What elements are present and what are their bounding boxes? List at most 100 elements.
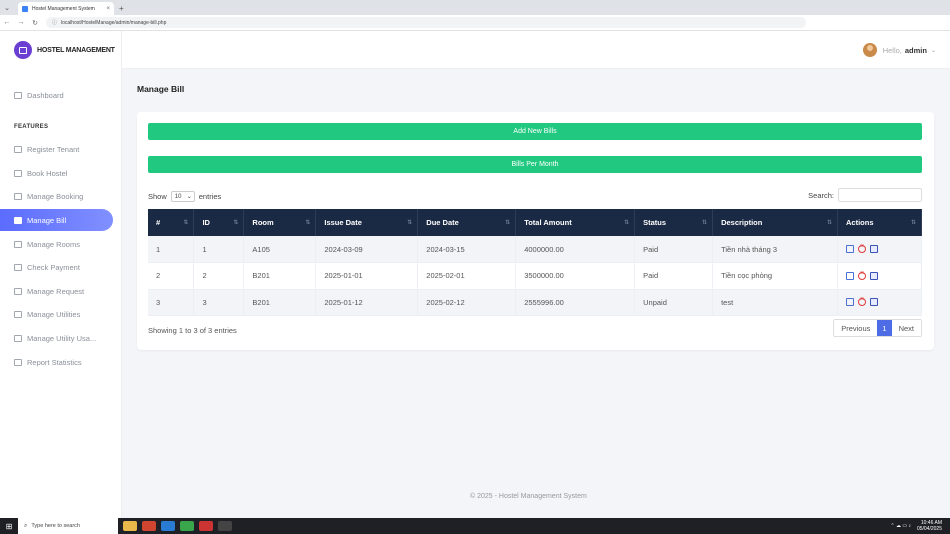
table-row: 3 3 B201 2025-01-12 2025-02-12 2555996.0… [148, 289, 922, 316]
column-header[interactable]: # ⇅ [148, 209, 195, 236]
calendar-icon [14, 192, 22, 200]
sidebar-item-label: Manage Rooms [27, 239, 80, 249]
new-tab-icon[interactable]: + [119, 4, 124, 13]
clock[interactable]: 10:46 AM 05/04/2025 [917, 520, 942, 532]
sort-icon: ⇅ [702, 220, 708, 226]
address-bar: ← → ↻ ⓘ localhost/HostelManage/admin/man… [0, 15, 950, 31]
browser-icon[interactable] [142, 521, 156, 531]
sidebar-item-book-hostel[interactable]: Book Hostel [0, 162, 113, 184]
sort-icon: ⇅ [407, 220, 413, 226]
file-explorer-icon[interactable] [123, 521, 137, 531]
cell-id: 2 [193, 262, 245, 289]
sidebar-item-register-tenant[interactable]: Register Tenant [0, 138, 113, 160]
add-new-bills-button[interactable]: Add New Bills [148, 123, 922, 140]
delete-icon[interactable] [858, 296, 866, 307]
delete-icon[interactable] [858, 270, 866, 280]
vscode-icon[interactable] [161, 521, 175, 531]
sidebar-item-manage-booking[interactable]: Manage Booking [0, 185, 113, 207]
show-label: Show [148, 192, 167, 201]
reload-icon[interactable]: ↻ [28, 19, 42, 27]
sidebar-item-manage-rooms[interactable]: Manage Rooms [0, 233, 113, 255]
column-header[interactable]: ID ⇅ [193, 209, 245, 236]
cell-actions [837, 262, 922, 289]
column-header[interactable]: Due Date ⇅ [417, 209, 517, 236]
clipboard-icon [14, 287, 22, 295]
favicon-icon [22, 5, 28, 12]
page-title: Manage Bill [137, 84, 185, 94]
column-header[interactable]: Issue Date ⇅ [315, 209, 419, 236]
windows-start-icon[interactable]: ⊞ [0, 522, 18, 531]
page-1-button[interactable]: 1 [877, 320, 892, 336]
home-icon [14, 91, 22, 99]
print-icon[interactable] [870, 298, 878, 307]
entries-value: 10 [174, 193, 182, 200]
sidebar-item-check-payment[interactable]: Check Payment [0, 256, 113, 278]
top-header: Hello, admin ⌄ [122, 31, 950, 69]
bills-per-month-button[interactable]: Bills Per Month [148, 156, 922, 173]
sidebar-section-label: FEATURES [14, 124, 49, 130]
sort-icon: ⇅ [910, 220, 916, 226]
url-field[interactable]: ⓘ localhost/HostelManage/admin/manage-bi… [46, 17, 806, 28]
search-icon: ⌕ [24, 522, 28, 529]
sidebar-item-label: Book Hostel [27, 168, 68, 178]
sidebar-item-label: Dashboard [27, 90, 64, 100]
back-icon[interactable]: ← [0, 19, 14, 26]
column-header[interactable]: Total Amount ⇅ [515, 209, 636, 236]
cell-due-date: 2025-02-01 [417, 262, 517, 289]
sidebar-item-manage-request[interactable]: Manage Request [0, 280, 113, 302]
sort-icon: ⇅ [305, 220, 311, 226]
sidebar-item-label: Manage Request [27, 286, 85, 296]
sidebar-item-manage-bill[interactable]: Manage Bill [0, 209, 113, 231]
entries-control: Show 10 ⌄ entries [148, 191, 221, 202]
edit-icon[interactable] [846, 271, 854, 280]
cell-id: 1 [193, 236, 245, 263]
brand[interactable]: HOSTEL MANAGEMENT [14, 41, 115, 59]
column-header[interactable]: Status ⇅ [634, 209, 714, 236]
sidebar-item-label: Manage Utilities [27, 309, 81, 319]
sidebar-item-report-statistics[interactable]: Report Statistics [0, 351, 113, 373]
close-tab-icon[interactable]: × [106, 6, 110, 12]
delete-icon[interactable] [858, 243, 866, 253]
footer: © 2025 - Hostel Management System [470, 493, 587, 500]
column-header[interactable]: Description ⇅ [712, 209, 838, 236]
chart-icon [14, 358, 22, 366]
site-info-icon[interactable]: ⓘ [52, 19, 57, 26]
column-header[interactable]: Actions ⇅ [837, 209, 922, 236]
sidebar-item-manage-utility-usage[interactable]: Manage Utility Usa... [0, 327, 113, 349]
print-icon[interactable] [870, 245, 878, 253]
chrome-icon[interactable] [180, 521, 194, 531]
entries-select[interactable]: 10 ⌄ [170, 191, 195, 202]
browser-tab[interactable]: Hostel Management System × [18, 2, 114, 15]
search-label: Search: [808, 190, 834, 200]
cell-index: 2 [148, 262, 195, 289]
next-page-button[interactable]: Next [892, 320, 921, 336]
taskbar-search-placeholder: Type here to search [31, 523, 80, 529]
taskbar: ⊞ ⌕ Type here to search ⌃ ☁ ▭ ♪ 10:46 AM… [0, 518, 950, 534]
cell-due-date: 2024-03-15 [417, 236, 517, 263]
cell-description: test [712, 289, 838, 316]
forward-icon[interactable]: → [14, 19, 28, 26]
edit-icon[interactable] [846, 298, 854, 307]
tray-icons[interactable]: ⌃ ☁ ▭ ♪ [890, 523, 911, 529]
cell-due-date: 2025-02-12 [417, 289, 517, 316]
edit-icon[interactable] [846, 245, 854, 253]
app-icon[interactable] [199, 521, 213, 531]
search-input[interactable] [838, 188, 922, 202]
sidebar: HOSTEL MANAGEMENT Dashboard FEATURES Reg… [0, 31, 122, 518]
previous-page-button[interactable]: Previous [834, 320, 877, 336]
print-icon[interactable] [870, 271, 878, 280]
browser-tabbar: ⌄ Hostel Management System × + [0, 0, 950, 15]
sidebar-item-dashboard[interactable]: Dashboard [0, 84, 113, 106]
entries-label: entries [198, 192, 222, 201]
brand-logo-icon [14, 41, 32, 59]
tab-menu-icon[interactable]: ⌄ [0, 0, 14, 15]
url-text: localhost/HostelManage/admin/manage-bill… [61, 19, 167, 26]
column-header[interactable]: Room ⇅ [243, 209, 317, 236]
cell-issue-date: 2024-03-09 [315, 236, 419, 263]
table-row: 1 1 A105 2024-03-09 2024-03-15 4000000.0… [148, 236, 922, 263]
taskbar-search[interactable]: ⌕ Type here to search [18, 518, 118, 534]
sort-icon: ⇅ [183, 220, 189, 226]
terminal-icon[interactable] [218, 521, 232, 531]
user-menu[interactable]: Hello, admin ⌄ [862, 43, 936, 57]
sidebar-item-manage-utilities[interactable]: Manage Utilities [0, 303, 113, 325]
